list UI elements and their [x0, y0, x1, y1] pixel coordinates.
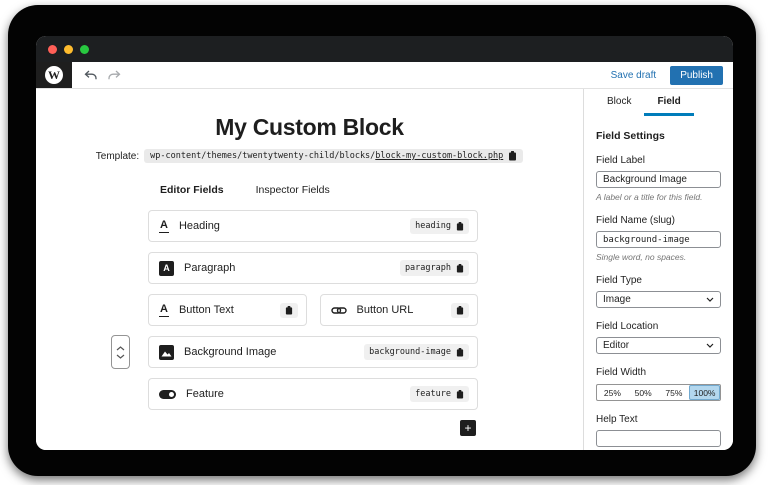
fields-tabs: Editor Fields Inspector Fields: [160, 184, 583, 196]
copy-pill[interactable]: [279, 302, 298, 318]
slug-text: paragraph: [404, 263, 451, 273]
history-controls: [72, 62, 124, 88]
editor-canvas: My Custom Block Template: wp-content/the…: [36, 89, 583, 450]
copy-icon[interactable]: [456, 305, 464, 315]
field-row-button-text[interactable]: A Button Text: [148, 294, 307, 326]
field-row-paragraph[interactable]: A Paragraph paragraph: [148, 252, 478, 284]
selected-row-wrap: Background Image background-image: [111, 335, 478, 369]
sidebar-tabs: Block Field: [584, 89, 733, 116]
field-name-input[interactable]: [596, 231, 721, 248]
close-window-button[interactable]: [48, 44, 57, 54]
slug-pill[interactable]: heading: [410, 218, 469, 234]
save-draft-button[interactable]: Save draft: [611, 70, 657, 81]
field-row-label: Background Image: [184, 346, 277, 358]
field-width-label: Field Width: [596, 367, 647, 378]
image-icon: [159, 344, 174, 360]
paragraph-icon: A: [159, 260, 174, 276]
slug-text: feature: [415, 389, 451, 399]
field-type-select[interactable]: Image: [596, 291, 721, 308]
copy-pill[interactable]: [451, 302, 469, 318]
page-title[interactable]: My Custom Block: [36, 114, 583, 141]
app-window: W Save draft Publish My Custom Block Tem…: [36, 36, 733, 450]
field-label-label: Field Label: [596, 155, 645, 166]
copy-icon[interactable]: [456, 347, 464, 357]
copy-icon[interactable]: [456, 263, 464, 273]
zoom-window-button[interactable]: [80, 44, 89, 54]
text-underline-icon: A: [159, 303, 169, 317]
row-mover[interactable]: [111, 335, 130, 369]
copy-icon[interactable]: [456, 389, 464, 399]
field-type-value: Image: [603, 294, 631, 305]
field-row-label: Button Text: [178, 304, 234, 316]
chevron-up-icon[interactable]: [116, 345, 125, 351]
field-location-label: Field Location: [596, 321, 659, 332]
field-location-value: Editor: [603, 340, 630, 351]
field-row-label: Paragraph: [184, 262, 236, 274]
width-option-50[interactable]: 50%: [628, 385, 659, 400]
minimize-window-button[interactable]: [64, 44, 73, 54]
copy-icon[interactable]: [508, 151, 517, 161]
tab-editor-fields[interactable]: Editor Fields: [160, 184, 224, 196]
field-settings-heading: Field Settings: [596, 130, 665, 142]
field-name-label: Field Name (slug): [596, 215, 675, 226]
slug-text: background-image: [369, 347, 451, 357]
field-row-button-url[interactable]: Button URL: [319, 294, 478, 326]
wordpress-icon: W: [45, 66, 63, 84]
field-label-input[interactable]: [596, 171, 721, 188]
width-option-75[interactable]: 75%: [659, 385, 690, 400]
redo-icon[interactable]: [104, 65, 124, 85]
tab-field[interactable]: Field: [644, 89, 694, 116]
field-name-help: Single word, no spaces.: [596, 252, 687, 262]
width-option-100[interactable]: 100%: [689, 385, 720, 400]
field-location-select[interactable]: Editor: [596, 337, 721, 354]
wordpress-menu-button[interactable]: W: [36, 62, 72, 88]
chevron-down-icon[interactable]: [116, 354, 125, 359]
settings-sidebar: Block Field Field Settings Field Label A…: [583, 89, 733, 450]
text-underline-icon: A: [159, 219, 169, 233]
field-row-feature[interactable]: Feature feature: [148, 378, 478, 410]
chevron-down-icon: [706, 297, 714, 302]
field-row-heading[interactable]: A Heading heading: [148, 210, 478, 242]
tab-inspector-fields[interactable]: Inspector Fields: [256, 184, 330, 196]
chevron-down-icon: [706, 343, 714, 348]
slug-text: heading: [415, 221, 451, 231]
macos-titlebar: [36, 36, 733, 62]
slug-pill[interactable]: paragraph: [399, 260, 469, 276]
undo-icon[interactable]: [80, 65, 100, 85]
field-row-label: Feature: [186, 388, 224, 400]
publish-button[interactable]: Publish: [670, 65, 723, 85]
template-file-link[interactable]: block-my-custom-block.php: [375, 151, 503, 161]
tab-block[interactable]: Block: [594, 89, 644, 116]
field-row-label: Button URL: [356, 304, 414, 316]
slug-pill[interactable]: feature: [410, 386, 469, 402]
template-row: Template: wp-content/themes/twentytwenty…: [36, 149, 583, 163]
window-body: My Custom Block Template: wp-content/the…: [36, 89, 733, 450]
field-width-segments: 25% 50% 75% 100%: [596, 384, 721, 401]
help-text-label: Help Text: [596, 414, 638, 425]
link-icon: [330, 306, 347, 314]
template-path-chip[interactable]: wp-content/themes/twentytwenty-child/blo…: [144, 149, 524, 163]
field-label-help: A label or a title for this field.: [596, 192, 703, 202]
field-row-background-image[interactable]: Background Image background-image: [148, 336, 478, 368]
slug-pill[interactable]: background-image: [364, 344, 469, 360]
width-option-25[interactable]: 25%: [597, 385, 628, 400]
template-path: wp-content/themes/twentytwenty-child/blo…: [150, 151, 504, 161]
copy-icon[interactable]: [456, 221, 464, 231]
copy-icon[interactable]: [285, 305, 293, 315]
toggle-icon: [159, 389, 176, 399]
field-rows: A Heading heading A Paragraph paragraph: [111, 210, 478, 436]
help-text-input[interactable]: [596, 430, 721, 447]
add-field-button[interactable]: +: [460, 420, 476, 436]
template-label: Template:: [95, 150, 140, 162]
field-type-label: Field Type: [596, 275, 642, 286]
admin-toolbar: W Save draft Publish: [36, 62, 733, 89]
field-row-label: Heading: [178, 220, 220, 232]
split-row: A Button Text Button URL: [148, 294, 478, 326]
